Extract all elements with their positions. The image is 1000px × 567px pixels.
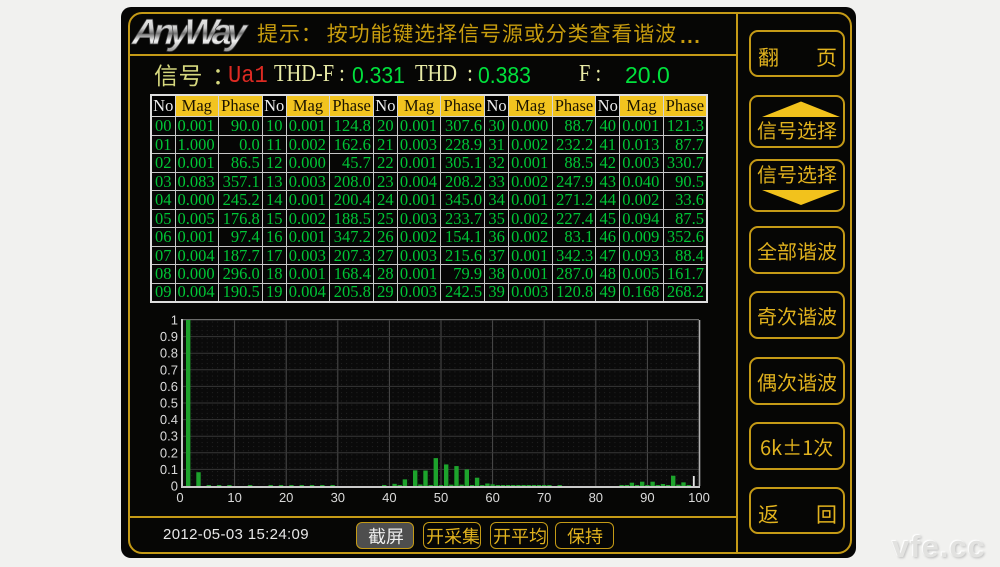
svg-text:90: 90	[640, 490, 654, 505]
svg-text:50: 50	[434, 490, 448, 505]
svg-text:0.4: 0.4	[160, 412, 178, 427]
svg-text:10: 10	[227, 490, 241, 505]
svg-text:0.8: 0.8	[160, 346, 178, 361]
svg-text:40: 40	[382, 490, 396, 505]
svg-text:0.3: 0.3	[160, 429, 178, 444]
svg-text:AnyWay: AnyWay	[130, 12, 250, 52]
svg-text:20: 20	[279, 490, 293, 505]
svg-text:1: 1	[171, 313, 178, 328]
svg-text:0.1: 0.1	[160, 462, 178, 477]
svg-text:0.6: 0.6	[160, 379, 178, 394]
svg-text:60: 60	[485, 490, 499, 505]
svg-text:100: 100	[688, 490, 710, 505]
svg-text:30: 30	[331, 490, 345, 505]
svg-text:0.9: 0.9	[160, 329, 178, 344]
svg-text:0: 0	[176, 490, 183, 505]
svg-text:80: 80	[589, 490, 603, 505]
svg-text:0.7: 0.7	[160, 362, 178, 377]
svg-text:0.5: 0.5	[160, 396, 178, 411]
svg-text:0.2: 0.2	[160, 445, 178, 460]
svg-text:70: 70	[537, 490, 551, 505]
